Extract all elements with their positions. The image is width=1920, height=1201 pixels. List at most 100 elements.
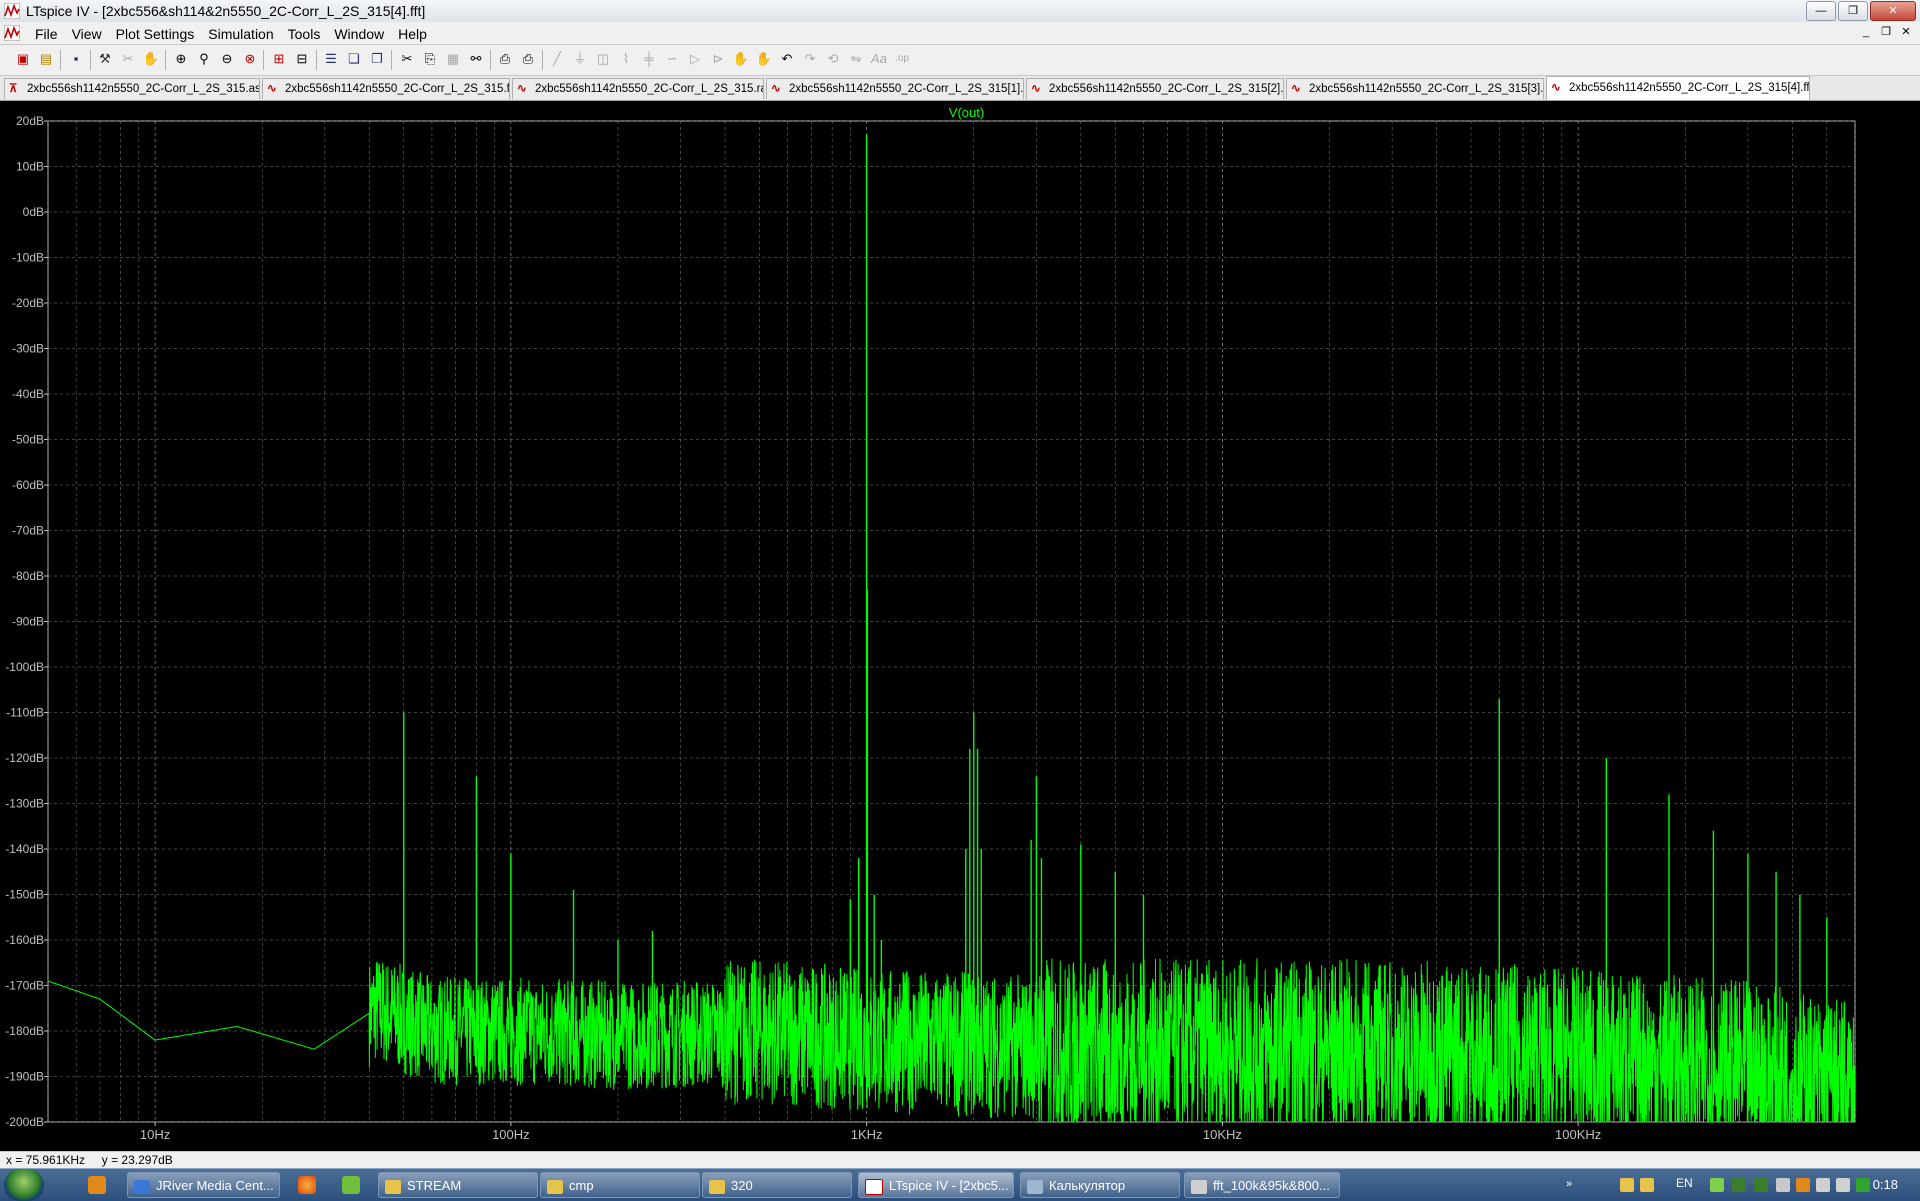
find-icon[interactable]: ⚯ (467, 50, 485, 68)
folder-tray-icon-2[interactable] (1640, 1178, 1654, 1192)
mark-unused-icon[interactable]: ⊟ (293, 50, 311, 68)
y-tick-label: 10dB (16, 160, 44, 174)
y-tick-label: -140dB (5, 842, 44, 856)
move-icon[interactable]: ✋ (732, 50, 750, 68)
zoom-out-icon[interactable]: ⊖ (218, 50, 236, 68)
media-player-icon[interactable] (88, 1176, 106, 1194)
close-button[interactable]: ✕ (1870, 1, 1916, 21)
zoom-in-icon[interactable]: ⊕ (172, 50, 190, 68)
save-icon[interactable]: ▪ (67, 50, 85, 68)
halt-icon[interactable]: ✋ (142, 50, 160, 68)
menu-view[interactable]: View (65, 24, 109, 44)
maximize-button[interactable]: ❐ (1838, 1, 1868, 21)
language-indicator[interactable]: EN (1676, 1176, 1693, 1190)
zoom-fit-icon[interactable]: ⊗ (241, 50, 259, 68)
document-icon[interactable] (4, 25, 20, 41)
tab-asc[interactable]: ⊼ 2xbc556sh1142n5550_2C-Corr_L_2S_315.asc (4, 78, 260, 99)
waveform-icon: ∿ (1031, 83, 1041, 95)
y-tick-label: -160dB (5, 933, 44, 947)
taskbar-item-320[interactable]: 320 (702, 1172, 852, 1198)
toolbar: ▣ ▤ ▪ ⚒ ✂ ✋ ⊕ ⚲ ⊖ ⊗ ⊞ ⊟ ☰ ❏ ❐ ✂ ⎘ ▦ ⚯ ⎙ … (0, 45, 1920, 76)
tab-fft-4[interactable]: ∿ 2xbc556sh1142n5550_2C-Corr_L_2S_315[4].… (1546, 76, 1810, 100)
paste-icon[interactable]: ▦ (444, 50, 462, 68)
mdi-restore-button[interactable]: ❐ (1878, 25, 1894, 40)
tile-vertical-icon[interactable]: ❏ (345, 50, 363, 68)
volume-icon[interactable] (1816, 1178, 1830, 1192)
menu-simulation[interactable]: Simulation (201, 24, 280, 44)
y-tick-label: -80dB (12, 569, 44, 583)
taskbar-item-stream[interactable]: STREAM (378, 1172, 538, 1198)
show-more-icon[interactable]: » (1566, 1178, 1580, 1192)
y-tick-label: -170dB (5, 979, 44, 993)
taskbar-item-ltspice[interactable]: LTspice IV - [2xbc5... (858, 1172, 1014, 1198)
x-tick-label: 10Hz (140, 1127, 170, 1142)
redo-icon[interactable]: ↷ (801, 50, 819, 68)
y-tick-label: -110dB (6, 706, 44, 720)
network-icon[interactable] (1836, 1178, 1850, 1192)
antivirus-icon[interactable] (1796, 1178, 1810, 1192)
ltspice-icon (865, 1178, 883, 1195)
x-tick-label: 10KHz (1203, 1127, 1242, 1142)
menu-file[interactable]: File (28, 24, 65, 44)
spice-directive-icon[interactable]: .op (893, 50, 911, 68)
menu-tools[interactable]: Tools (281, 24, 328, 44)
mirror-icon[interactable]: ⇋ (847, 50, 865, 68)
print-icon[interactable]: ⎙ (519, 50, 537, 68)
menu-plot-settings[interactable]: Plot Settings (109, 24, 202, 44)
battery-icon[interactable] (1856, 1178, 1870, 1192)
mdi-minimize-button[interactable]: _ (1858, 25, 1874, 40)
window-title: LTspice IV - [2xbc556&sh114&2n5550_2C-Co… (26, 3, 426, 19)
waveform-icon: ∿ (1291, 83, 1301, 95)
tab-fft-1[interactable]: ∿ 2xbc556sh1142n5550_2C-Corr_L_2S_315[1].… (766, 78, 1024, 99)
inductor-icon[interactable]: ∽ (663, 50, 681, 68)
drag-icon[interactable]: ✋ (755, 50, 773, 68)
undo-icon[interactable]: ↶ (778, 50, 796, 68)
y-tick-label: -190dB (5, 1070, 44, 1084)
utorrent-tray-icon[interactable] (1710, 1178, 1724, 1192)
diode-icon[interactable]: ▷ (686, 50, 704, 68)
tab-fft-3[interactable]: ∿ 2xbc556sh1142n5550_2C-Corr_L_2S_315[3].… (1286, 78, 1544, 99)
new-schematic-icon[interactable]: ▣ (14, 50, 32, 68)
resistor-icon[interactable]: ⌇ (617, 50, 635, 68)
taskbar-item-cmp[interactable]: cmp (540, 1172, 700, 1198)
waveform-viewer[interactable]: 20dB 10dB 0dB -10dB -20dB -30dB -40dB -50dB -60d… (0, 101, 1920, 1162)
mdi-close-button[interactable]: ✕ (1898, 25, 1914, 40)
menu-help[interactable]: Help (391, 24, 434, 44)
cascade-icon[interactable]: ❐ (368, 50, 386, 68)
open-icon[interactable]: ▤ (37, 50, 55, 68)
y-tick-label: -150dB (5, 888, 44, 902)
run-icon[interactable]: ✂ (119, 50, 137, 68)
taskbar-item-jriver[interactable]: JRiver Media Cent... (127, 1172, 280, 1198)
menu-window[interactable]: Window (327, 24, 391, 44)
clock[interactable]: 0:18 (1873, 1177, 1898, 1192)
minimize-button[interactable]: — (1806, 1, 1836, 21)
tile-horizontal-icon[interactable]: ☰ (322, 50, 340, 68)
wire-icon[interactable]: ╱ (548, 50, 566, 68)
cut-icon[interactable]: ✂ (398, 50, 416, 68)
tab-fft[interactable]: ∿ 2xbc556sh1142n5550_2C-Corr_L_2S_315.fft (262, 78, 510, 99)
text-icon[interactable]: Aa (870, 50, 888, 68)
print-setup-icon[interactable]: ⎙ (496, 50, 514, 68)
zoom-pan-icon[interactable]: ⚲ (195, 50, 213, 68)
start-button[interactable] (4, 1169, 44, 1201)
utorrent-icon[interactable] (342, 1176, 360, 1194)
firefox-icon[interactable] (298, 1176, 316, 1194)
autorange-icon[interactable]: ⊞ (270, 50, 288, 68)
taskbar-item-image-viewer[interactable]: fft_100k&95k&800... (1184, 1172, 1340, 1198)
tab-fft-2[interactable]: ∿ 2xbc556sh1142n5550_2C-Corr_L_2S_315[2].… (1026, 78, 1284, 99)
control-panel-icon[interactable]: ⚒ (96, 50, 114, 68)
component-icon[interactable]: ⊳ (709, 50, 727, 68)
y-tick-label: -60dB (12, 478, 44, 492)
keyboard-icon[interactable] (1776, 1178, 1790, 1192)
rotate-icon[interactable]: ⟲ (824, 50, 842, 68)
y-tick-label: 0dB (23, 205, 44, 219)
folder-tray-icon[interactable] (1620, 1178, 1634, 1192)
copy-icon[interactable]: ⎘ (421, 50, 439, 68)
capacitor-icon[interactable]: ╪ (640, 50, 658, 68)
tab-raw[interactable]: ∿ 2xbc556sh1142n5550_2C-Corr_L_2S_315.raw (512, 78, 764, 99)
menu-bar: File View Plot Settings Simulation Tools… (0, 22, 1920, 45)
fft-plot[interactable]: 20dB 10dB 0dB -10dB -20dB -30dB -40dB -50dB -60d… (0, 101, 1920, 1151)
ground-icon[interactable]: ⏚ (571, 50, 589, 68)
label-icon[interactable]: ◫ (594, 50, 612, 68)
taskbar-item-calculator[interactable]: Калькулятор (1020, 1172, 1180, 1198)
